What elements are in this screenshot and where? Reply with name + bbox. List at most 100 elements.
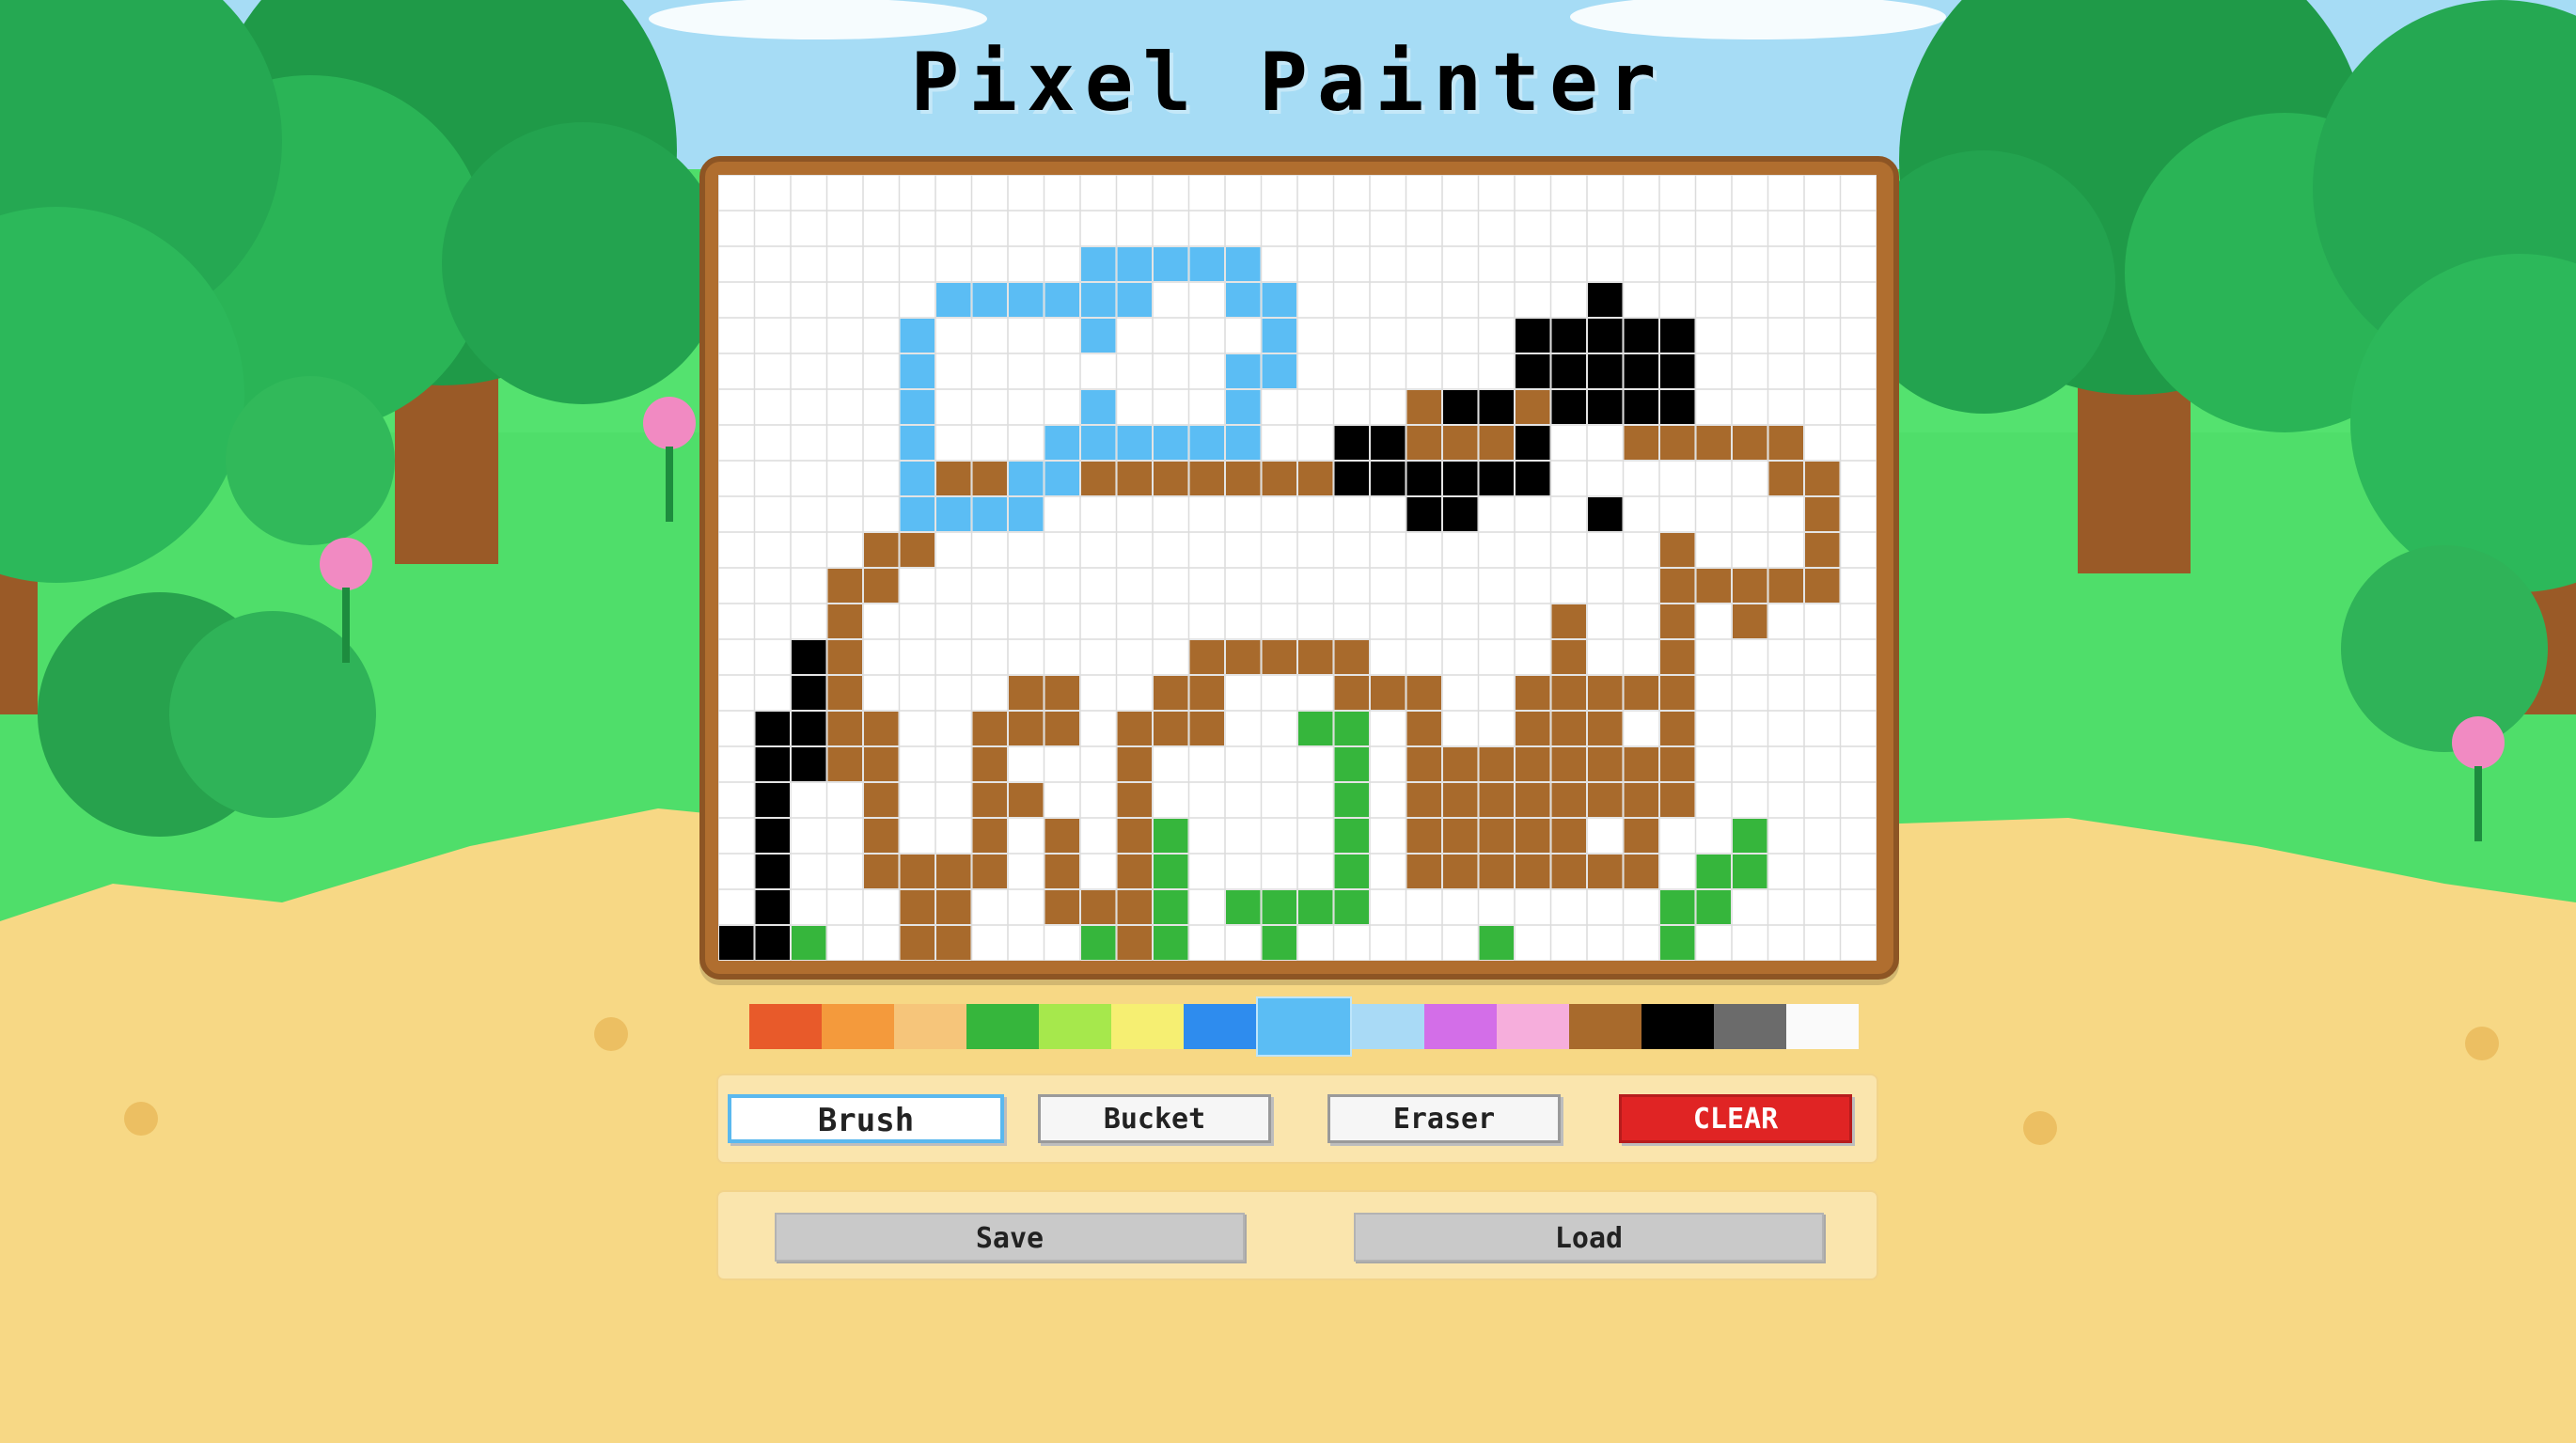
swatch-blue[interactable] (1184, 1004, 1256, 1049)
pixel-brown[interactable] (1805, 462, 1840, 495)
pixel-skyblue[interactable] (936, 497, 971, 531)
pixel-black[interactable] (792, 712, 826, 745)
pixel-brown[interactable] (1406, 390, 1442, 424)
pixel-brown[interactable] (1624, 426, 1659, 460)
pixel-black[interactable] (755, 783, 791, 817)
pixel-green[interactable] (1660, 890, 1695, 924)
pixel-brown[interactable] (1117, 855, 1153, 888)
pixel-green[interactable] (1334, 890, 1370, 924)
pixel-green[interactable] (1226, 890, 1261, 924)
pixel-brown[interactable] (1768, 426, 1804, 460)
pixel-green[interactable] (792, 926, 826, 960)
pixel-black[interactable] (1624, 354, 1659, 388)
pixel-brown[interactable] (1479, 426, 1515, 460)
pixel-brown[interactable] (1117, 890, 1153, 924)
clear-button[interactable]: CLEAR (1619, 1094, 1852, 1143)
pixel-brown[interactable] (827, 676, 863, 710)
pixel-brown[interactable] (1733, 426, 1767, 460)
pixel-brown[interactable] (1551, 712, 1587, 745)
pixel-brown[interactable] (864, 855, 899, 888)
pixel-green[interactable] (1733, 819, 1767, 853)
pixel-black[interactable] (792, 640, 826, 674)
pixel-brown[interactable] (1045, 855, 1080, 888)
pixel-brown[interactable] (1406, 676, 1442, 710)
pixel-green[interactable] (1334, 747, 1370, 781)
pixel-black[interactable] (792, 747, 826, 781)
pixel-black[interactable] (1479, 390, 1515, 424)
pixel-brown[interactable] (1045, 676, 1080, 710)
pixel-brown[interactable] (972, 462, 1008, 495)
pixel-skyblue[interactable] (1081, 247, 1116, 281)
pixel-brown[interactable] (1371, 676, 1406, 710)
pixel-skyblue[interactable] (1154, 247, 1188, 281)
pixel-skyblue[interactable] (1117, 283, 1153, 317)
swatch-white[interactable] (1786, 1004, 1859, 1049)
pixel-black[interactable] (1588, 390, 1623, 424)
pixel-skyblue[interactable] (1262, 319, 1297, 353)
pixel-brown[interactable] (1226, 640, 1261, 674)
pixel-skyblue[interactable] (1081, 319, 1116, 353)
pixel-brown[interactable] (1189, 462, 1225, 495)
pixel-brown[interactable] (827, 712, 863, 745)
pixel-brown[interactable] (1479, 855, 1515, 888)
pixel-black[interactable] (1624, 319, 1659, 353)
pixel-brown[interactable] (864, 712, 899, 745)
pixel-brown[interactable] (1154, 676, 1188, 710)
swatch-gray[interactable] (1714, 1004, 1786, 1049)
pixel-brown[interactable] (1406, 426, 1442, 460)
pixel-skyblue[interactable] (1117, 247, 1153, 281)
pixel-green[interactable] (1334, 819, 1370, 853)
swatch-pink[interactable] (1497, 1004, 1569, 1049)
pixel-brown[interactable] (1117, 462, 1153, 495)
pixel-brown[interactable] (1045, 712, 1080, 745)
pixel-black[interactable] (1334, 462, 1370, 495)
pixel-brown[interactable] (1551, 819, 1587, 853)
pixel-black[interactable] (1516, 319, 1550, 353)
pixel-black[interactable] (755, 747, 791, 781)
pixel-black[interactable] (1551, 319, 1587, 353)
pixel-skyblue[interactable] (972, 283, 1008, 317)
pixel-black[interactable] (1371, 462, 1406, 495)
pixel-brown[interactable] (1406, 855, 1442, 888)
pixel-brown[interactable] (972, 712, 1008, 745)
save-button[interactable]: Save (775, 1213, 1245, 1262)
pixel-brown[interactable] (1805, 533, 1840, 567)
pixel-black[interactable] (1406, 462, 1442, 495)
pixel-brown[interactable] (1262, 640, 1297, 674)
pixel-black[interactable] (755, 890, 791, 924)
pixel-green[interactable] (1081, 926, 1116, 960)
pixel-green[interactable] (1479, 926, 1515, 960)
pixel-black[interactable] (1516, 462, 1550, 495)
pixel-skyblue[interactable] (900, 390, 935, 424)
pixel-brown[interactable] (1588, 855, 1623, 888)
pixel-skyblue[interactable] (936, 283, 971, 317)
pixel-brown[interactable] (1479, 819, 1515, 853)
pixel-brown[interactable] (1298, 640, 1333, 674)
pixel-brown[interactable] (1443, 783, 1478, 817)
pixel-skyblue[interactable] (900, 354, 935, 388)
pixel-skyblue[interactable] (1045, 426, 1080, 460)
pixel-brown[interactable] (1479, 783, 1515, 817)
pixel-brown[interactable] (1479, 747, 1515, 781)
pixel-black[interactable] (1588, 497, 1623, 531)
pixel-brown[interactable] (827, 569, 863, 603)
pixel-skyblue[interactable] (1009, 283, 1044, 317)
pixel-black[interactable] (1660, 390, 1695, 424)
pixel-green[interactable] (1298, 712, 1333, 745)
pixel-skyblue[interactable] (1009, 462, 1044, 495)
pixel-brown[interactable] (1660, 747, 1695, 781)
pixel-brown[interactable] (1189, 640, 1225, 674)
pixel-black[interactable] (1371, 426, 1406, 460)
pixel-brown[interactable] (1443, 747, 1478, 781)
pixel-brown[interactable] (1588, 712, 1623, 745)
pixel-brown[interactable] (1516, 783, 1550, 817)
pixel-brown[interactable] (936, 926, 971, 960)
pixel-brown[interactable] (827, 747, 863, 781)
pixel-brown[interactable] (972, 855, 1008, 888)
pixel-brown[interactable] (1154, 462, 1188, 495)
pixel-green[interactable] (1334, 855, 1370, 888)
pixel-skyblue[interactable] (900, 426, 935, 460)
swatch-brown[interactable] (1569, 1004, 1641, 1049)
pixel-brown[interactable] (1624, 676, 1659, 710)
pixel-black[interactable] (1588, 354, 1623, 388)
